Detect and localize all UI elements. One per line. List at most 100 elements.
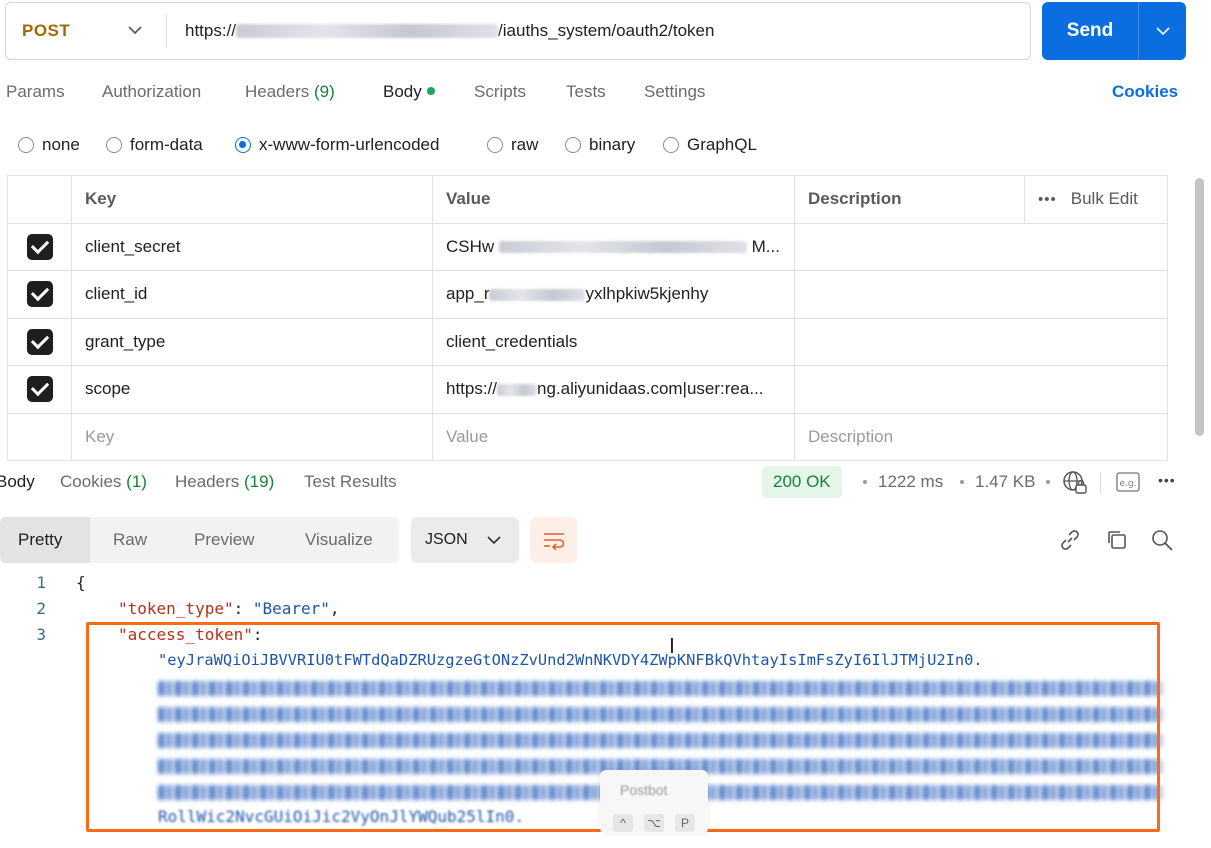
network-globe-icon[interactable]	[1062, 470, 1088, 496]
table-row: client_secret CSHw M...	[7, 222, 1168, 271]
param-value[interactable]: app_r yxlhpkiw5kjenhy	[432, 270, 795, 319]
radio-binary[interactable]: binary	[565, 135, 635, 155]
row-checkbox[interactable]	[7, 317, 72, 366]
chevron-down-icon	[128, 26, 142, 35]
checkbox-checked-icon	[26, 328, 53, 355]
json-string: "Bearer"	[252, 599, 330, 618]
param-key[interactable]: scope	[71, 365, 433, 414]
row-checkbox-empty	[7, 412, 72, 461]
scrollbar[interactable]	[1195, 178, 1204, 436]
popup-title: Postbot	[620, 782, 668, 798]
view-mode-segment: Pretty Raw Preview Visualize	[0, 517, 399, 563]
send-button-group: Send	[1042, 2, 1186, 60]
format-select[interactable]: JSON	[411, 517, 519, 563]
key-placeholder[interactable]: Key	[71, 412, 433, 461]
radio-selected-icon	[235, 137, 251, 153]
column-header-value: Value	[432, 175, 795, 224]
line-number: 3	[36, 625, 46, 644]
separator-dot	[960, 480, 964, 484]
separator-dot	[1046, 480, 1050, 484]
code-line-token-type: "token_type": "Bearer",	[118, 599, 340, 618]
table-row: client_id app_r yxlhpkiw5kjenhy	[7, 270, 1168, 319]
tab-body[interactable]: Body	[383, 82, 435, 102]
param-description[interactable]	[794, 317, 1168, 366]
send-options-button[interactable]	[1139, 26, 1186, 36]
row-checkbox[interactable]	[7, 270, 72, 319]
method-label: POST	[22, 21, 71, 40]
tab-settings[interactable]: Settings	[644, 82, 705, 102]
method-select[interactable]: POST	[6, 3, 166, 59]
tab-label: Headers	[175, 472, 240, 491]
link-icon[interactable]	[1058, 528, 1082, 552]
view-preview-button[interactable]: Preview	[194, 517, 254, 563]
request-tabs: Params Authorization Headers (9) Body Sc…	[0, 82, 1200, 108]
copy-icon[interactable]	[1105, 528, 1129, 552]
row-checkbox[interactable]	[7, 222, 72, 271]
table-header-row: Key Value Description ••• Bulk Edit	[7, 175, 1168, 224]
postbot-popup[interactable]: Postbot ^ ⌥ P	[600, 770, 708, 834]
param-key[interactable]: client_secret	[71, 222, 433, 271]
param-value[interactable]: https:// ng.aliyunidaas.com|user:rea...	[432, 365, 795, 414]
tab-response-headers[interactable]: Headers (19)	[175, 472, 274, 492]
redacted-value	[489, 288, 586, 301]
value-text: M...	[751, 236, 780, 256]
tab-authorization[interactable]: Authorization	[102, 82, 201, 102]
redacted-value	[497, 383, 538, 396]
response-size[interactable]: 1.47 KB	[975, 472, 1036, 492]
status-badge[interactable]: 200 OK	[762, 466, 842, 498]
url-input[interactable]: https:// /iauths_system/oauth2/token	[167, 21, 714, 41]
tab-label: Body	[383, 82, 422, 101]
radio-graphql[interactable]: GraphQL	[663, 135, 757, 155]
tab-response-cookies[interactable]: Cookies (1)	[60, 472, 147, 492]
shortcut-key: ^	[613, 814, 633, 832]
value-placeholder[interactable]: Value	[432, 412, 795, 461]
tab-params[interactable]: Params	[6, 82, 65, 102]
tab-test-results[interactable]: Test Results	[304, 472, 397, 492]
more-options-icon[interactable]: •••	[1158, 472, 1176, 488]
radio-circle-icon	[663, 137, 679, 153]
view-visualize-button[interactable]: Visualize	[305, 517, 373, 563]
url-prefix: https://	[185, 21, 237, 40]
cookies-link[interactable]: Cookies	[1112, 82, 1178, 102]
search-icon[interactable]	[1150, 528, 1174, 552]
view-raw-button[interactable]: Raw	[113, 517, 147, 563]
param-description[interactable]	[794, 365, 1168, 414]
tab-response-body[interactable]: Body	[0, 472, 35, 492]
table-row: scope https:// ng.aliyunidaas.com|user:re…	[7, 365, 1168, 414]
response-time[interactable]: 1222 ms	[878, 472, 943, 492]
url-suffix: /iauths_system/oauth2/token	[498, 21, 715, 40]
param-value[interactable]: client_credentials	[432, 317, 795, 366]
radio-none[interactable]: none	[18, 135, 80, 155]
send-button[interactable]: Send	[1042, 20, 1138, 42]
radio-form-data[interactable]: form-data	[106, 135, 203, 155]
cookies-count: (1)	[126, 472, 147, 491]
json-key: "token_type"	[118, 599, 234, 618]
value-text: https://	[446, 379, 498, 399]
wrap-lines-icon	[543, 533, 564, 550]
modified-dot-icon	[426, 86, 435, 95]
param-value[interactable]: CSHw M...	[432, 222, 795, 271]
description-placeholder[interactable]: Description	[794, 412, 1168, 461]
tab-tests[interactable]: Tests	[566, 82, 606, 102]
bulk-edit-button[interactable]: ••• Bulk Edit	[1024, 175, 1168, 224]
radio-x-www-form-urlencoded[interactable]: x-www-form-urlencoded	[235, 135, 439, 155]
wrap-lines-button[interactable]	[530, 517, 577, 563]
value-text: app_r	[446, 284, 490, 304]
more-dots-icon: •••	[1038, 191, 1057, 209]
checkbox-checked-icon	[26, 376, 53, 403]
param-description[interactable]	[794, 222, 1168, 271]
radio-raw[interactable]: raw	[487, 135, 538, 155]
param-key[interactable]: grant_type	[71, 317, 433, 366]
tab-headers[interactable]: Headers (9)	[245, 82, 335, 102]
view-pretty-button[interactable]: Pretty	[0, 517, 90, 563]
row-checkbox[interactable]	[7, 365, 72, 414]
value-text: CSHw	[446, 236, 495, 256]
checkbox-checked-icon	[26, 281, 53, 308]
save-example-icon[interactable]: e.g.	[1116, 472, 1140, 492]
radio-label: binary	[589, 135, 636, 154]
param-description[interactable]	[794, 270, 1168, 319]
param-key[interactable]: client_id	[71, 270, 433, 319]
divider	[1100, 472, 1101, 494]
tab-label: Headers	[245, 82, 310, 101]
tab-scripts[interactable]: Scripts	[474, 82, 526, 102]
